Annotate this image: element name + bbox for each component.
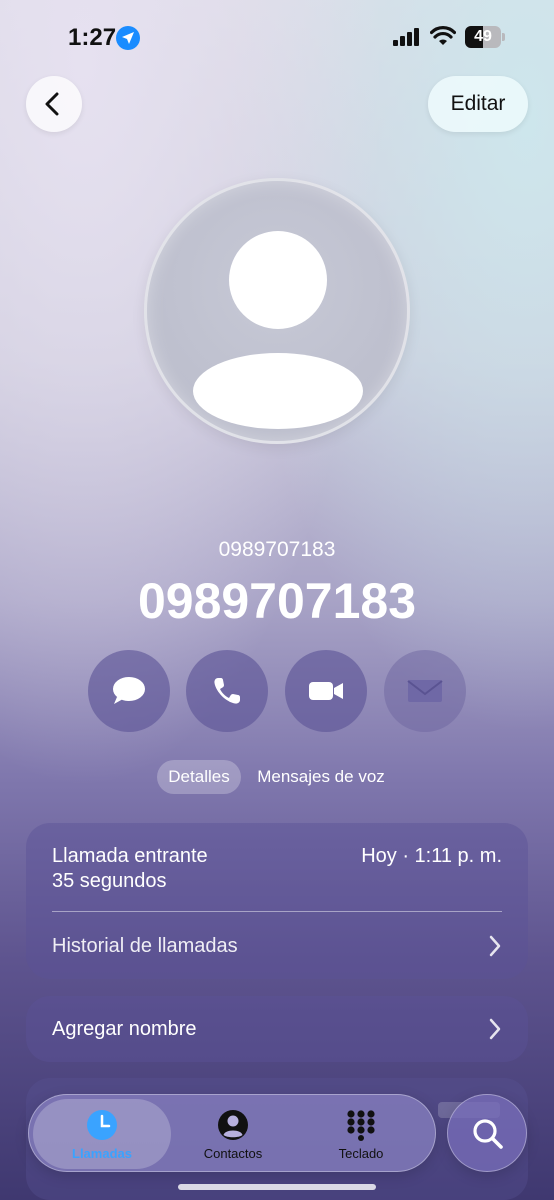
video-call-button[interactable] <box>285 650 367 732</box>
video-icon <box>309 682 343 700</box>
tab-contacts[interactable]: Contactos <box>181 1099 285 1169</box>
keypad-icon <box>347 1110 375 1141</box>
tab-bar: Llamadas Contactos Teclado <box>28 1094 436 1172</box>
tab-contacts-label: Contactos <box>203 1146 263 1161</box>
avatar-head-shape <box>229 231 327 329</box>
call-button[interactable] <box>186 650 268 732</box>
chevron-right-icon <box>489 935 501 957</box>
call-time-label: Hoy · 1:11 p. m. <box>361 845 502 867</box>
tab-calls-label: Llamadas <box>72 1146 132 1161</box>
call-history-row[interactable]: Historial de llamadas <box>26 913 528 979</box>
call-duration-label: 35 segundos <box>52 870 167 892</box>
message-button[interactable] <box>88 650 170 732</box>
tab-details[interactable]: Detalles <box>157 760 241 794</box>
clock-icon <box>87 1110 117 1140</box>
card-divider <box>52 911 502 912</box>
message-icon <box>113 677 145 704</box>
search-icon <box>473 1119 503 1149</box>
location-arrow-icon <box>116 26 140 50</box>
battery-level: 49 <box>474 28 492 45</box>
battery-icon: 49 <box>465 26 505 48</box>
add-name-row[interactable]: Agregar nombre <box>26 996 528 1062</box>
cellular-signal-icon <box>393 28 419 46</box>
contact-subtitle: 0989707183 <box>218 538 336 561</box>
call-history-label: Historial de llamadas <box>52 935 238 957</box>
person-circle-icon <box>218 1110 248 1140</box>
tab-calls[interactable]: Llamadas <box>33 1099 171 1169</box>
mail-icon <box>407 680 443 702</box>
contact-title: 0989707183 <box>137 573 417 629</box>
tab-keypad-label: Teclado <box>338 1146 384 1161</box>
add-name-label: Agregar nombre <box>52 1018 197 1040</box>
status-bar: 1:27 49 <box>0 0 554 72</box>
tab-voicemail[interactable]: Mensajes de voz <box>250 760 392 794</box>
home-indicator <box>178 1184 376 1190</box>
contact-avatar <box>144 178 410 444</box>
back-button[interactable] <box>26 76 82 132</box>
tab-keypad[interactable]: Teclado <box>297 1099 425 1169</box>
wifi-icon <box>430 26 456 45</box>
phone-icon <box>214 678 240 704</box>
call-type-label: Llamada entrante <box>52 845 208 867</box>
chevron-left-icon <box>45 92 59 116</box>
search-button[interactable] <box>447 1094 527 1172</box>
edit-button[interactable]: Editar <box>428 76 528 132</box>
chevron-right-icon <box>489 1018 501 1040</box>
avatar-body-shape <box>193 353 363 429</box>
status-time: 1:27 <box>68 24 117 51</box>
recent-call-card: Llamada entrante 35 segundos Hoy · 1:11 … <box>26 823 528 979</box>
mail-button[interactable] <box>384 650 466 732</box>
